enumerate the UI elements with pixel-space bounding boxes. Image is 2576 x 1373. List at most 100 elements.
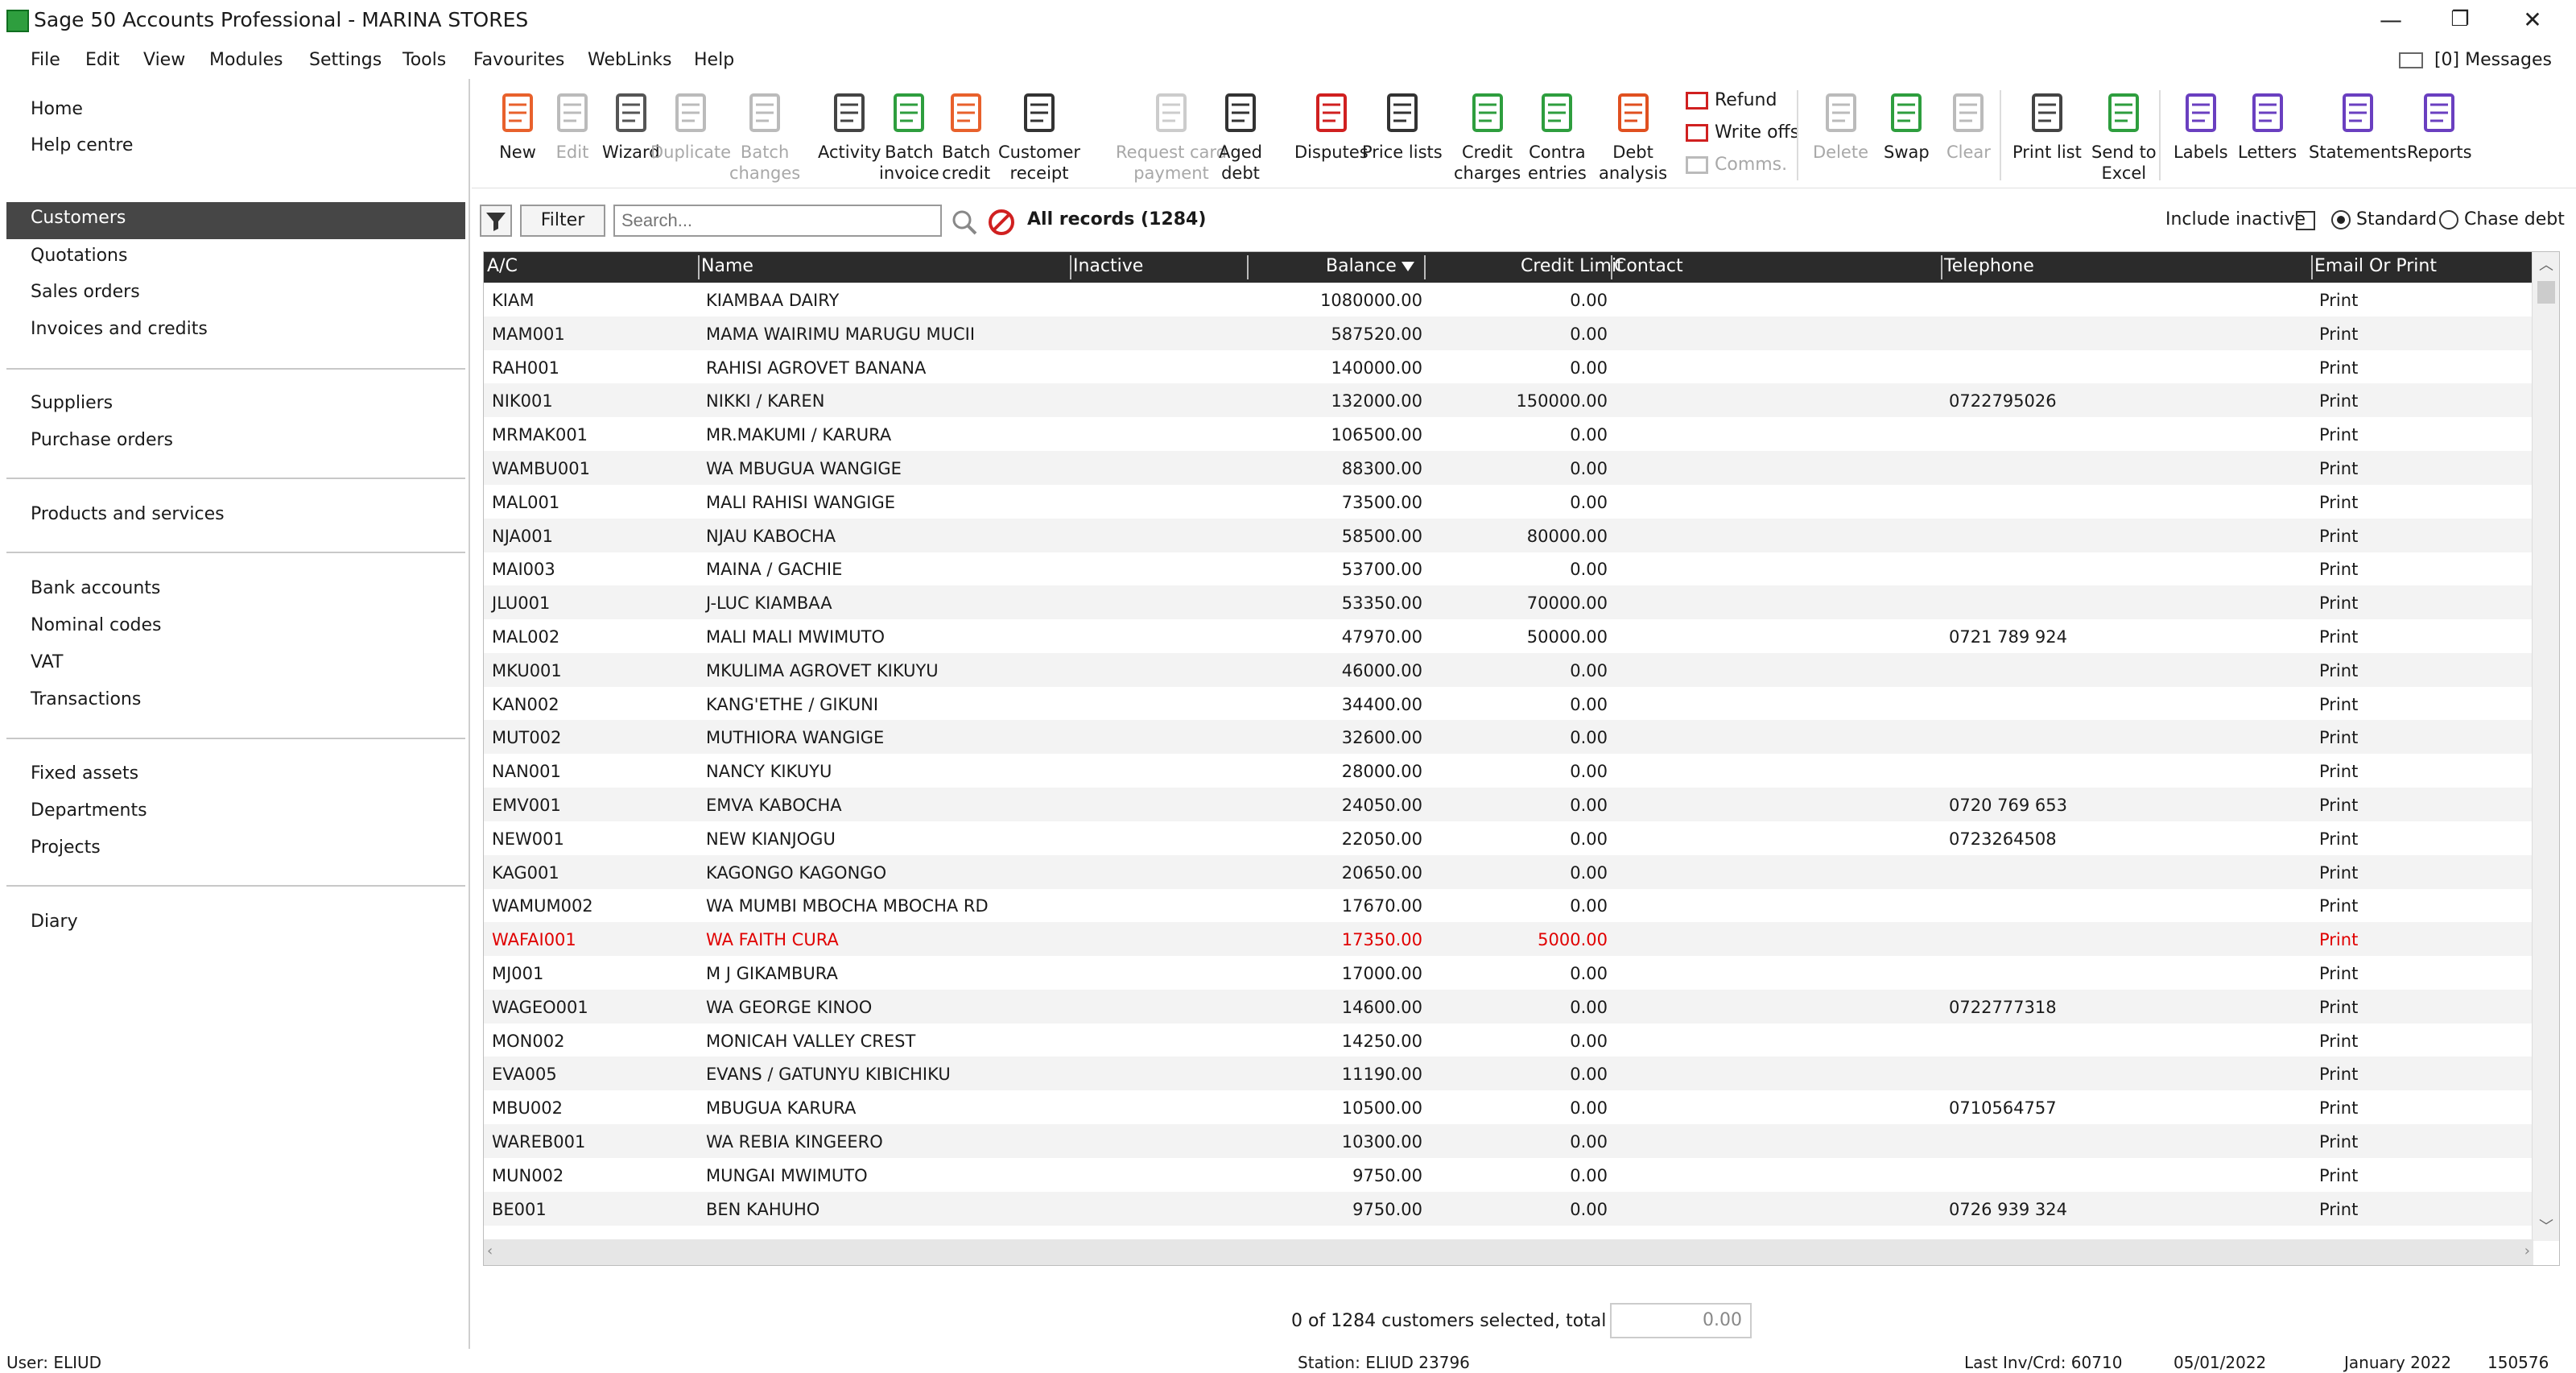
scroll-left-icon[interactable]: ‹ [487,1243,506,1262]
clear-button[interactable]: Clear [1946,90,1991,163]
table-row[interactable]: EVA005 EVANS / GATUNYU KIBICHIKU 11190.00 0… [484,1057,2533,1091]
sidebar-item-fixed-assets[interactable]: Fixed assets [31,758,138,790]
table-row[interactable]: MUT002 MUTHIORA WANGIGE 32600.00 0.00 Print [484,720,2533,755]
table-row[interactable]: MUN002 MUNGAI MWIMUTO 9750.00 0.00 Print [484,1158,2533,1192]
vertical-scrollbar[interactable]: ︿ ﹀ [2532,252,2559,1241]
column-header-name[interactable]: Name [701,256,753,276]
table-row[interactable]: MAM001 MAMA WAIRIMU MARUGU MUCII 587520.00… [484,316,2533,350]
messages-link[interactable]: [0] Messages [2398,50,2552,70]
table-row[interactable]: NIK001 NIKKI / KAREN 132000.00 150000.00 072… [484,383,2533,418]
sidebar-item-help-centre[interactable]: Help centre [31,130,133,162]
table-row[interactable]: WAGEO001 WA GEORGE KINOO 14600.00 0.00 07227… [484,989,2533,1024]
sidebar-item-diary[interactable]: Diary [31,906,78,938]
column-separator[interactable] [1941,255,1942,279]
table-row[interactable]: KAG001 KAGONGO KAGONGO 20650.00 0.00 Print [484,854,2533,889]
menu-view[interactable]: View [143,50,185,70]
include-inactive-checkbox[interactable] [2296,211,2315,230]
sidebar-item-invoices[interactable]: Invoices and credits [31,313,208,345]
batch-invoice-button[interactable]: Batch invoice [879,90,939,184]
column-header-telephone[interactable]: Telephone [1944,256,2034,276]
column-separator[interactable] [2311,255,2313,279]
batch-changes-button[interactable]: Batch changes [729,90,800,184]
menu-file[interactable]: File [31,50,60,70]
table-row[interactable]: MAI003 MAINA / GACHIE 53700.00 0.00 Print [484,552,2533,585]
menu-modules[interactable]: Modules [209,50,283,70]
column-header-email-or-print[interactable]: Email Or Print [2314,256,2437,276]
column-header-balance[interactable]: Balance [1326,256,1397,276]
menu-help[interactable]: Help [694,50,734,70]
column-separator[interactable] [1424,255,1426,279]
sidebar-item-departments[interactable]: Departments [31,795,147,827]
debt-analysis-button[interactable]: Debt analysis [1599,90,1667,184]
customer-receipt-button[interactable]: Customer receipt [998,90,1080,184]
menu-tools[interactable]: Tools [402,50,446,70]
sidebar-item-sales-orders[interactable]: Sales orders [31,276,140,308]
table-row[interactable]: MJ001 M J GIKAMBURA 17000.00 0.00 Print [484,956,2533,990]
sidebar-item-home[interactable]: Home [31,93,83,126]
reports-button[interactable]: Reports [2407,90,2472,163]
column-header-ac[interactable]: A/C [487,256,518,276]
delete-button[interactable]: Delete [1813,90,1868,163]
price-lists-button[interactable]: Price lists [1362,90,1443,163]
credit-charges-button[interactable]: Credit charges [1454,90,1521,184]
table-row[interactable]: MON002 MONICAH VALLEY CREST 14250.00 0.00 Pr… [484,1024,2533,1057]
table-row[interactable]: JLU001 J-LUC KIAMBAA 53350.00 70000.00 Print [484,585,2533,620]
scroll-down-icon[interactable]: ﹀ [2533,1214,2560,1241]
sidebar-item-suppliers[interactable]: Suppliers [31,387,113,420]
column-separator[interactable] [1247,255,1249,279]
table-row[interactable]: NEW001 NEW KIANJOGU 22050.00 0.00 0723264508… [484,821,2533,855]
close-button[interactable]: ✕ [2508,3,2557,35]
table-row[interactable]: MBU002 MBUGUA KARURA 10500.00 0.00 071056475… [484,1090,2533,1124]
duplicate-button[interactable]: Duplicate [650,90,731,163]
standard-radio[interactable]: Standard [2331,209,2437,230]
refund-button[interactable]: Refund [1686,89,1777,113]
sidebar-item-projects[interactable]: Projects [31,832,101,864]
table-row[interactable]: KAN002 KANG'ETHE / GIKUNI 34400.00 0.00 Prin… [484,687,2533,721]
search-icon[interactable] [950,208,979,237]
batch-credit-button[interactable]: Batch credit [942,90,990,184]
table-row[interactable]: WAREB001 WA REBIA KINGEERO 10300.00 0.00 Pri… [484,1124,2533,1158]
table-row[interactable]: WAFAI001 WA FAITH CURA 17350.00 5000.00 Prin… [484,922,2533,957]
horizontal-scrollbar[interactable]: ‹ › [484,1239,2533,1265]
table-row[interactable]: RAH001 RAHISI AGROVET BANANA 140000.00 0.00… [484,350,2533,384]
column-separator[interactable] [1070,255,1071,279]
table-row[interactable]: WAMUM002 WA MUMBI MBOCHA MBOCHA RD 17670.0… [484,888,2533,922]
search-input[interactable] [613,205,942,237]
print-list-button[interactable]: Print list [2013,90,2082,163]
statements-button[interactable]: Statements [2309,90,2406,163]
sidebar-item-vat[interactable]: VAT [31,647,63,679]
menu-favourites[interactable]: Favourites [473,50,564,70]
scroll-thumb[interactable] [2537,281,2555,304]
clear-filter-icon[interactable] [987,208,1016,237]
table-row[interactable]: NAN001 NANCY KIKUYU 28000.00 0.00 Print [484,754,2533,788]
sidebar-item-transactions[interactable]: Transactions [31,684,141,716]
contra-entries-button[interactable]: Contra entries [1528,90,1587,184]
letters-button[interactable]: Letters [2238,90,2297,163]
labels-button[interactable]: Labels [2174,90,2228,163]
edit-button[interactable]: Edit [551,90,594,163]
menu-weblinks[interactable]: WebLinks [588,50,671,70]
table-row[interactable]: MKU001 MKULIMA AGROVET KIKUYU 46000.00 0.00… [484,652,2533,687]
filter-icon[interactable] [480,205,512,237]
minimize-button[interactable]: — [2367,3,2415,35]
restore-button[interactable]: ❐ [2436,3,2484,35]
column-header-contact[interactable]: Contact [1614,256,1683,276]
table-row[interactable]: EMV001 EMVA KABOCHA 24050.00 0.00 0720 769 6… [484,788,2533,821]
sidebar-item-quotations[interactable]: Quotations [31,240,127,272]
column-header-inactive[interactable]: Inactive [1073,256,1143,276]
aged-debt-button[interactable]: Aged debt [1219,90,1262,184]
table-row[interactable]: MAL001 MALI RAHISI WANGIGE 73500.00 0.00 Pri… [484,485,2533,519]
scroll-right-icon[interactable]: › [2511,1243,2530,1262]
column-header-credit-limit[interactable]: Credit Limit [1521,256,1624,276]
table-row[interactable]: MRMAK001 MR.MAKUMI / KARURA 106500.00 0.00 P… [484,417,2533,451]
send-to-excel-button[interactable]: Send to Excel [2091,90,2157,184]
table-row[interactable]: NJA001 NJAU KABOCHA 58500.00 80000.00 Print [484,518,2533,552]
comms-button[interactable]: Comms. [1686,153,1787,177]
column-separator[interactable] [1611,255,1612,279]
table-row[interactable]: MAL002 MALI MALI MWIMUTO 47970.00 50000.00 0… [484,619,2533,653]
swap-button[interactable]: Swap [1884,90,1930,163]
activity-button[interactable]: Activity [818,90,881,163]
table-row[interactable]: WAMBU001 WA MBUGUA WANGIGE 88300.00 0.00 Pri… [484,451,2533,485]
new-button[interactable]: New [496,90,539,163]
sidebar-item-nominal-codes[interactable]: Nominal codes [31,610,162,642]
